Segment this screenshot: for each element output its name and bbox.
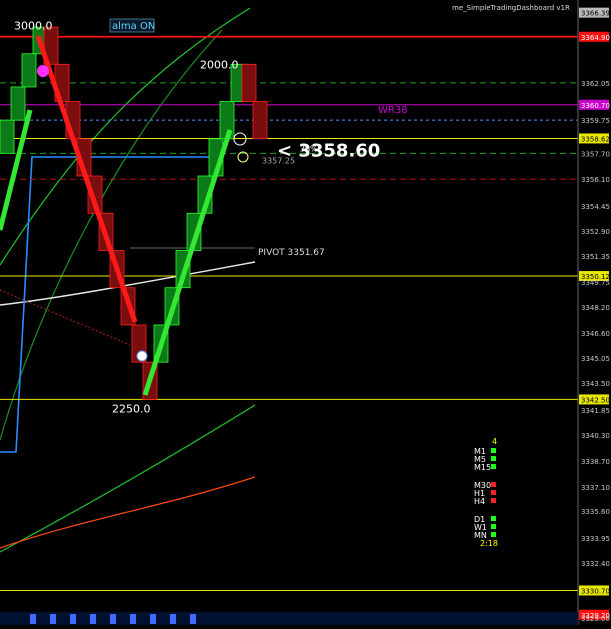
price-tick: 3351.35 [581, 253, 610, 261]
price-axis: 3366.39 3364.90 3362.05 3360.70 3359.75 3358.… [577, 0, 610, 625]
dashboard-timer: 2:18 [480, 539, 498, 548]
swing-label: 3000.0 [14, 19, 53, 32]
price-tag: 3364.90 [581, 34, 610, 42]
price-tick: 3359.75 [581, 117, 610, 125]
timeframe-status [491, 448, 496, 453]
price-tag: 3342.50 [581, 396, 610, 404]
swing-label: 2250.0 [112, 402, 151, 415]
pivot-label: PIVOT 3351.67 [258, 248, 325, 258]
swing-label: 2000.0 [200, 58, 239, 71]
timeframe-status [491, 532, 496, 537]
magenta-signal-dot [37, 65, 49, 77]
timeframe-status [491, 482, 496, 487]
price-tag: 3360.70 [581, 102, 610, 110]
price-tick: 3357.70 [581, 150, 610, 158]
price-tick: 3362.05 [581, 80, 610, 88]
price-tick: 3356.10 [581, 176, 610, 184]
price-tick: 3354.45 [581, 203, 610, 211]
bottom-strip-marker [110, 614, 116, 624]
renko-chart[interactable]: 3000.0 2000.0 2250.0 PIVOT 3351.67 WR38 < 335… [0, 0, 611, 625]
bottom-strip-marker [30, 614, 36, 624]
renko-brick [10, 86, 26, 121]
price-tick: 3345.05 [581, 355, 610, 363]
price-tag: 3366.39 [581, 10, 610, 18]
price-tag: 3330.70 [581, 587, 610, 595]
orange-band [0, 476, 256, 549]
small-percent-label: 38% [300, 144, 318, 153]
white-signal-dot [136, 350, 148, 362]
timeframe-status [491, 456, 496, 461]
price-tick: 3352.90 [581, 228, 610, 236]
price-tick: 3348.20 [581, 304, 610, 312]
price-tick: 3332.40 [581, 560, 610, 568]
bottom-strip-marker [90, 614, 96, 624]
price-tick: 3349.75 [581, 279, 610, 287]
bullish-trend-line [142, 129, 233, 396]
timeframe-status [491, 490, 496, 495]
timeframe-status [491, 516, 496, 521]
price-tick: 3335.60 [581, 508, 610, 516]
price-tick: 3338.70 [581, 458, 610, 466]
chart-canvas[interactable]: 3000.02000.02250.0PIVOT 3351.67WR38< 335… [0, 0, 611, 625]
wr38-label: WR38 [378, 105, 408, 116]
timeframe-status [491, 498, 496, 503]
timeframe-label: H4 [474, 497, 485, 506]
renko-brick [0, 119, 15, 154]
price-tag: 3358.62 [581, 135, 610, 143]
renko-brick [241, 63, 257, 102]
trend-dashboard: 4M1M5M15M30H1H4D1W1MN2:18 [0, 437, 578, 625]
bottom-strip-marker [190, 614, 196, 624]
price-tick: 3341.85 [581, 407, 610, 415]
price-tick: 3343.50 [581, 380, 610, 388]
renko-brick [21, 53, 37, 88]
timeframe-label: M15 [474, 463, 491, 472]
lower-green-band [0, 404, 256, 553]
indicator-bands [0, 7, 256, 553]
price-tick: 3333.95 [581, 535, 610, 543]
price-tick: 3346.60 [581, 330, 610, 338]
window-title: me_SimpleTradingDashboard v1R [452, 4, 570, 12]
price-tick: 3340.30 [581, 432, 610, 440]
bottom-strip-marker [150, 614, 156, 624]
bottom-strip-marker [50, 614, 56, 624]
renko-brick [252, 101, 268, 140]
alma-badge-label: alma ON [112, 21, 155, 32]
target-circle [233, 132, 247, 146]
sub-price-label: 3357.25 [262, 156, 295, 165]
timeframe-status [491, 524, 496, 529]
red-dotted-trend [0, 289, 131, 346]
price-tick: 3329.00 [581, 615, 610, 623]
bottom-strip-marker [170, 614, 176, 624]
dashboard-count: 4 [492, 437, 497, 446]
bottom-strip [0, 612, 578, 625]
timeframe-status [491, 464, 496, 469]
price-tick: 3337.10 [581, 484, 610, 492]
bottom-strip-marker [130, 614, 136, 624]
bottom-strip-marker [70, 614, 76, 624]
